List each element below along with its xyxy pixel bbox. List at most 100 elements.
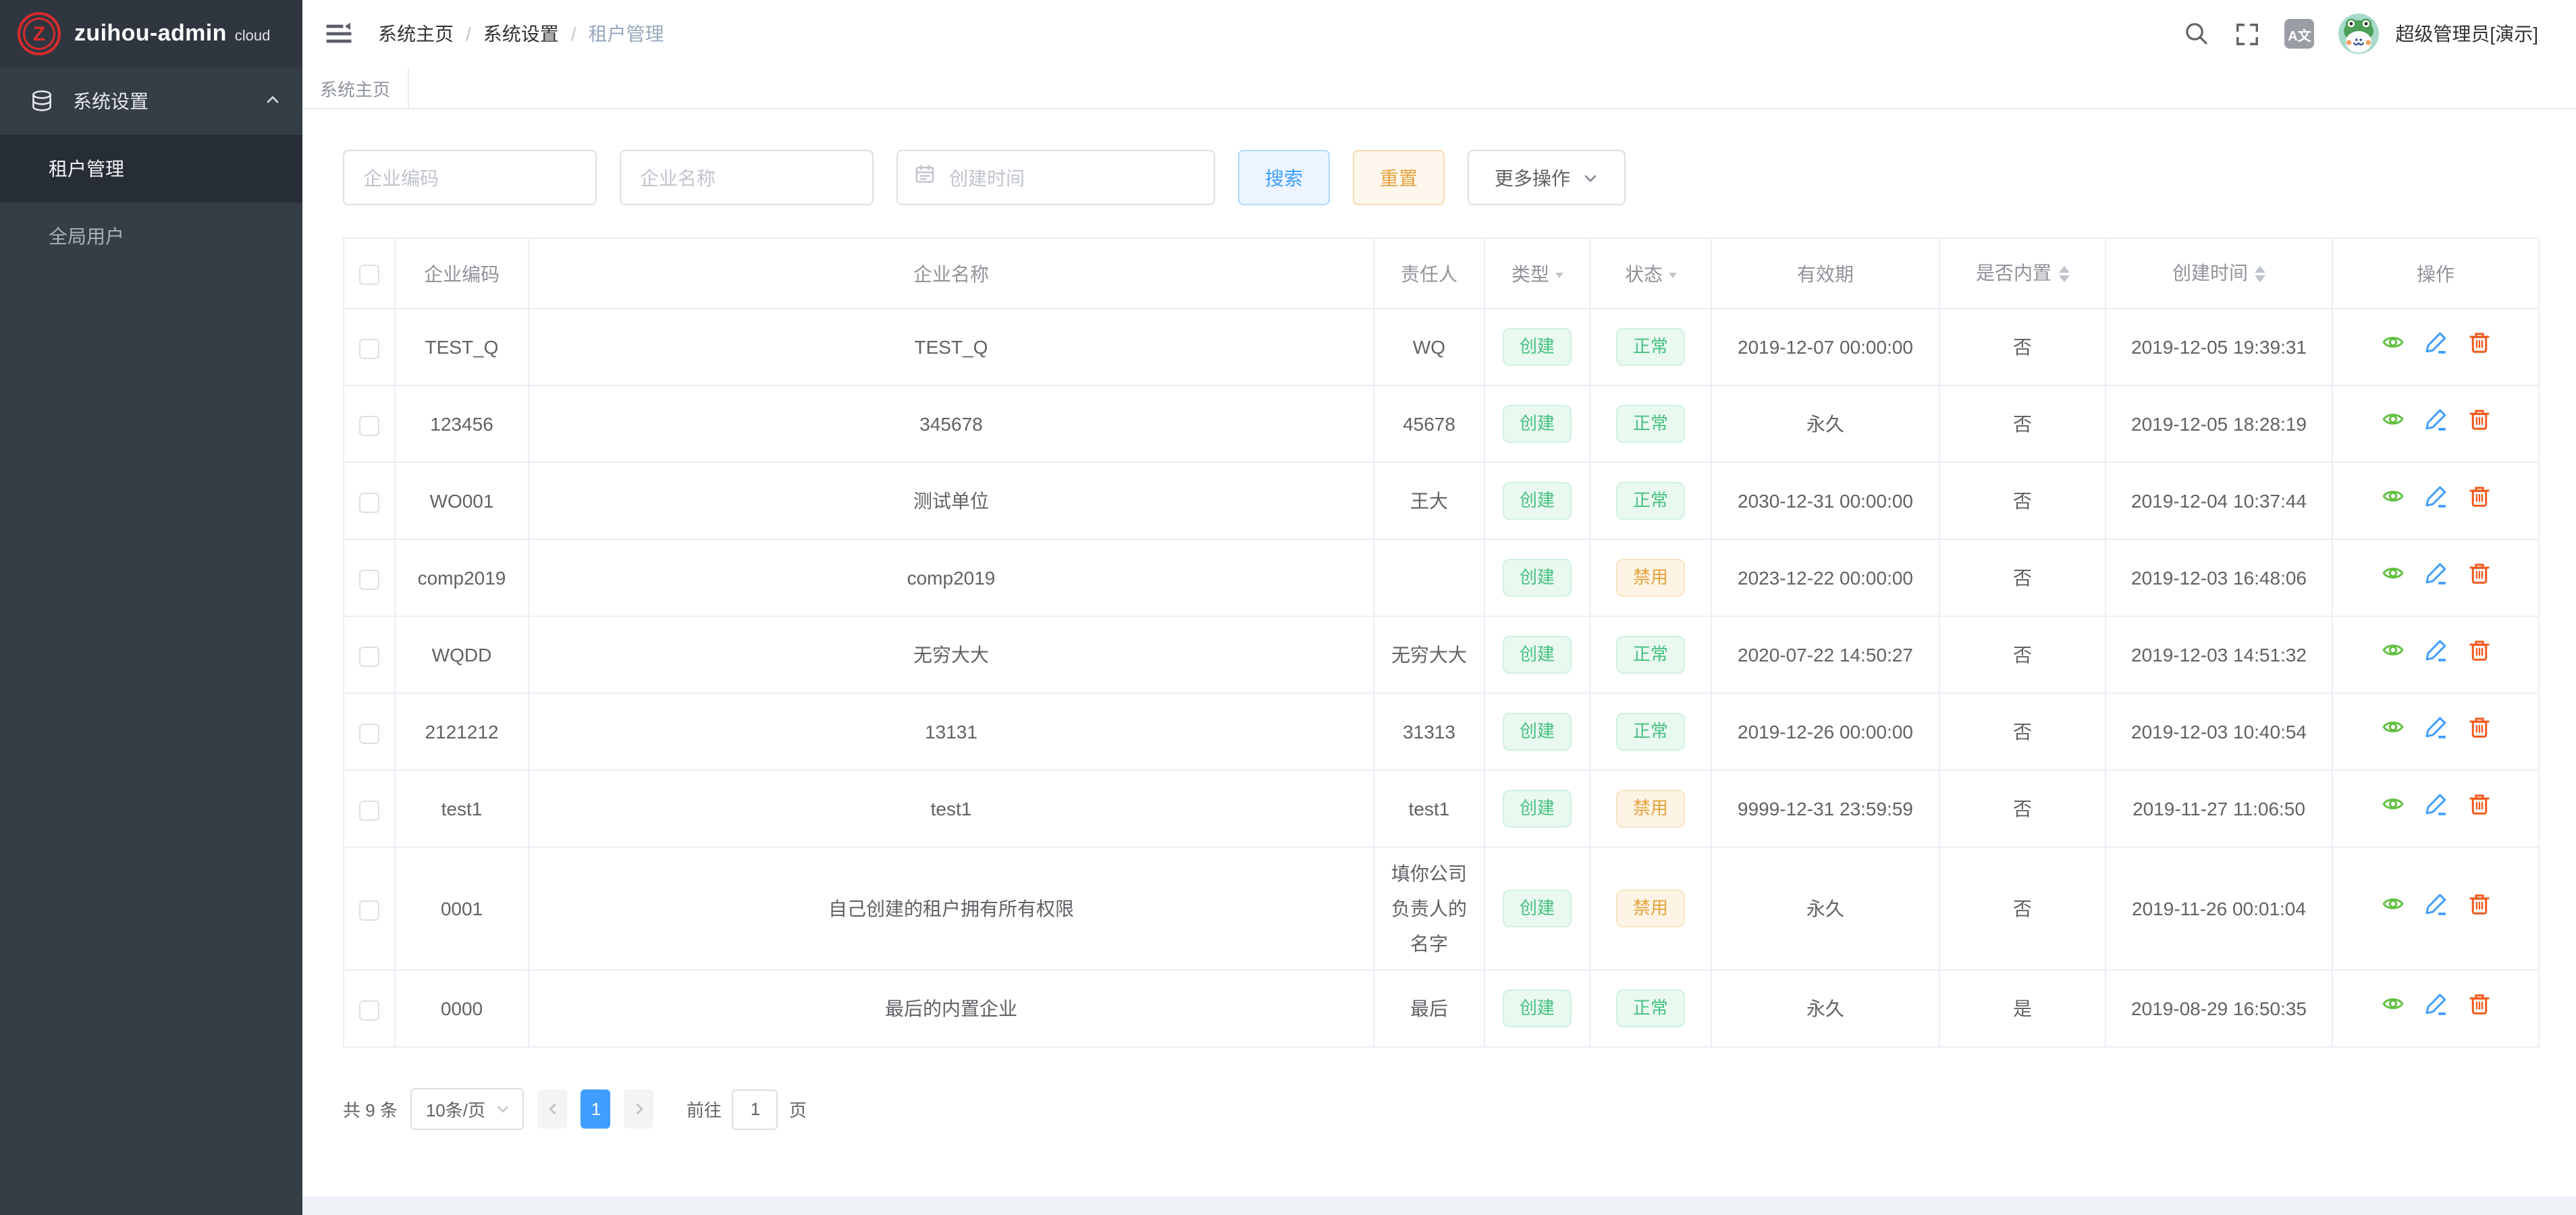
edit-icon[interactable] (2424, 892, 2447, 915)
created-time-picker[interactable]: 创建时间 (896, 150, 1215, 205)
chevron-left-icon (545, 1102, 560, 1116)
breadcrumb-system-settings[interactable]: 系统设置 (483, 20, 559, 47)
view-icon[interactable] (2381, 716, 2404, 738)
edit-icon[interactable] (2424, 639, 2447, 662)
sort-icon[interactable] (2255, 261, 2265, 288)
table-row: 123456 345678 45678 创建 正常 永久 否 2019-12-0… (344, 385, 2539, 462)
tabs-bar: 系统主页 (302, 68, 2576, 109)
delete-icon[interactable] (2467, 716, 2490, 738)
edit-icon[interactable] (2424, 331, 2447, 354)
enterprise-name-input[interactable] (620, 150, 874, 205)
cell-builtin: 否 (1939, 693, 2105, 770)
status-badge: 正常 (1617, 713, 1684, 751)
page-size-select[interactable]: 10条/页 (411, 1088, 525, 1130)
cell-owner: WQ (1374, 308, 1484, 385)
row-checkbox[interactable] (359, 1000, 379, 1021)
cell-owner: 填你公司负责人的名字 (1374, 847, 1484, 970)
prev-page-button[interactable] (538, 1089, 568, 1129)
cell-expiry: 9999-12-31 23:59:59 (1711, 770, 1939, 847)
status-filter-icon[interactable] (1668, 273, 1676, 282)
tab-system-home[interactable]: 系统主页 (302, 68, 409, 108)
translate-icon[interactable]: A文 (2284, 19, 2314, 49)
cell-created: 2019-12-05 19:39:31 (2105, 308, 2332, 385)
type-badge: 创建 (1503, 482, 1571, 520)
row-actions (2381, 639, 2490, 662)
sidebar-collapse-icon[interactable] (324, 19, 354, 49)
avatar[interactable] (2338, 14, 2379, 54)
view-icon[interactable] (2381, 408, 2404, 431)
fullscreen-icon[interactable] (2234, 21, 2260, 47)
edit-icon[interactable] (2424, 792, 2447, 815)
row-checkbox[interactable] (359, 570, 379, 590)
row-checkbox[interactable] (359, 493, 379, 513)
status-badge: 禁用 (1617, 559, 1684, 597)
cell-created: 2019-11-27 11:06:50 (2105, 770, 2332, 847)
edit-icon[interactable] (2424, 485, 2447, 508)
row-actions (2381, 331, 2490, 354)
row-actions (2381, 562, 2490, 585)
user-name[interactable]: 超级管理员[演示] (2395, 20, 2538, 47)
row-checkbox[interactable] (359, 647, 379, 667)
header-select-all (344, 238, 395, 308)
more-actions-button[interactable]: 更多操作 (1468, 150, 1626, 205)
row-checkbox[interactable] (359, 724, 379, 744)
header-owner: 责任人 (1374, 238, 1484, 308)
header-created[interactable]: 创建时间 (2105, 238, 2332, 308)
delete-icon[interactable] (2467, 408, 2490, 431)
cell-name: 自己创建的租户拥有所有权限 (529, 847, 1374, 970)
cell-builtin: 否 (1939, 539, 2105, 616)
delete-icon[interactable] (2467, 992, 2490, 1015)
delete-icon[interactable] (2467, 485, 2490, 508)
view-icon[interactable] (2381, 331, 2404, 354)
view-icon[interactable] (2381, 562, 2404, 585)
cell-name: 13131 (529, 693, 1374, 770)
reset-button[interactable]: 重置 (1353, 150, 1445, 205)
view-icon[interactable] (2381, 992, 2404, 1015)
edit-icon[interactable] (2424, 992, 2447, 1015)
sidebar-group-system-settings[interactable]: 系统设置 (0, 68, 302, 135)
app-logo[interactable]: Z zuihou-admin cloud (0, 0, 302, 68)
cell-created: 2019-12-05 18:28:19 (2105, 385, 2332, 462)
delete-icon[interactable] (2467, 892, 2490, 915)
status-badge: 禁用 (1617, 890, 1684, 927)
logo-icon: Z (18, 12, 61, 55)
delete-icon[interactable] (2467, 792, 2490, 815)
enterprise-code-input[interactable] (343, 150, 597, 205)
page-number-button[interactable]: 1 (581, 1089, 611, 1129)
edit-icon[interactable] (2424, 408, 2447, 431)
pagination: 共 9 条 10条/页 1 前往 页 (343, 1088, 2538, 1130)
chevron-down-icon (495, 1102, 510, 1116)
row-checkbox[interactable] (359, 339, 379, 359)
goto-page-input[interactable] (732, 1089, 778, 1129)
cell-expiry: 永久 (1711, 970, 1939, 1047)
row-checkbox[interactable] (359, 416, 379, 436)
view-icon[interactable] (2381, 639, 2404, 662)
cell-created: 2019-12-03 14:51:32 (2105, 616, 2332, 693)
delete-icon[interactable] (2467, 331, 2490, 354)
type-filter-icon[interactable] (1555, 273, 1563, 282)
row-checkbox[interactable] (359, 801, 379, 821)
row-checkbox[interactable] (359, 900, 379, 921)
search-icon[interactable] (2183, 20, 2210, 47)
sidebar-item-tenant-management[interactable]: 租户管理 (0, 135, 302, 202)
delete-icon[interactable] (2467, 639, 2490, 662)
edit-icon[interactable] (2424, 716, 2447, 738)
cell-owner: 王大 (1374, 462, 1484, 539)
edit-icon[interactable] (2424, 562, 2447, 585)
next-page-button[interactable] (624, 1089, 654, 1129)
view-icon[interactable] (2381, 892, 2404, 915)
cell-builtin: 否 (1939, 462, 2105, 539)
view-icon[interactable] (2381, 485, 2404, 508)
view-icon[interactable] (2381, 792, 2404, 815)
cell-created: 2019-08-29 16:50:35 (2105, 970, 2332, 1047)
select-all-checkbox[interactable] (359, 265, 379, 285)
search-button[interactable]: 搜索 (1238, 150, 1330, 205)
header-builtin[interactable]: 是否内置 (1939, 238, 2105, 308)
sidebar-item-global-users[interactable]: 全局用户 (0, 202, 302, 270)
breadcrumb-home[interactable]: 系统主页 (378, 20, 454, 47)
sort-icon[interactable] (2058, 261, 2069, 288)
row-actions (2381, 892, 2490, 915)
sidebar-group-label: 系统设置 (73, 88, 265, 115)
cell-expiry: 永久 (1711, 385, 1939, 462)
delete-icon[interactable] (2467, 562, 2490, 585)
